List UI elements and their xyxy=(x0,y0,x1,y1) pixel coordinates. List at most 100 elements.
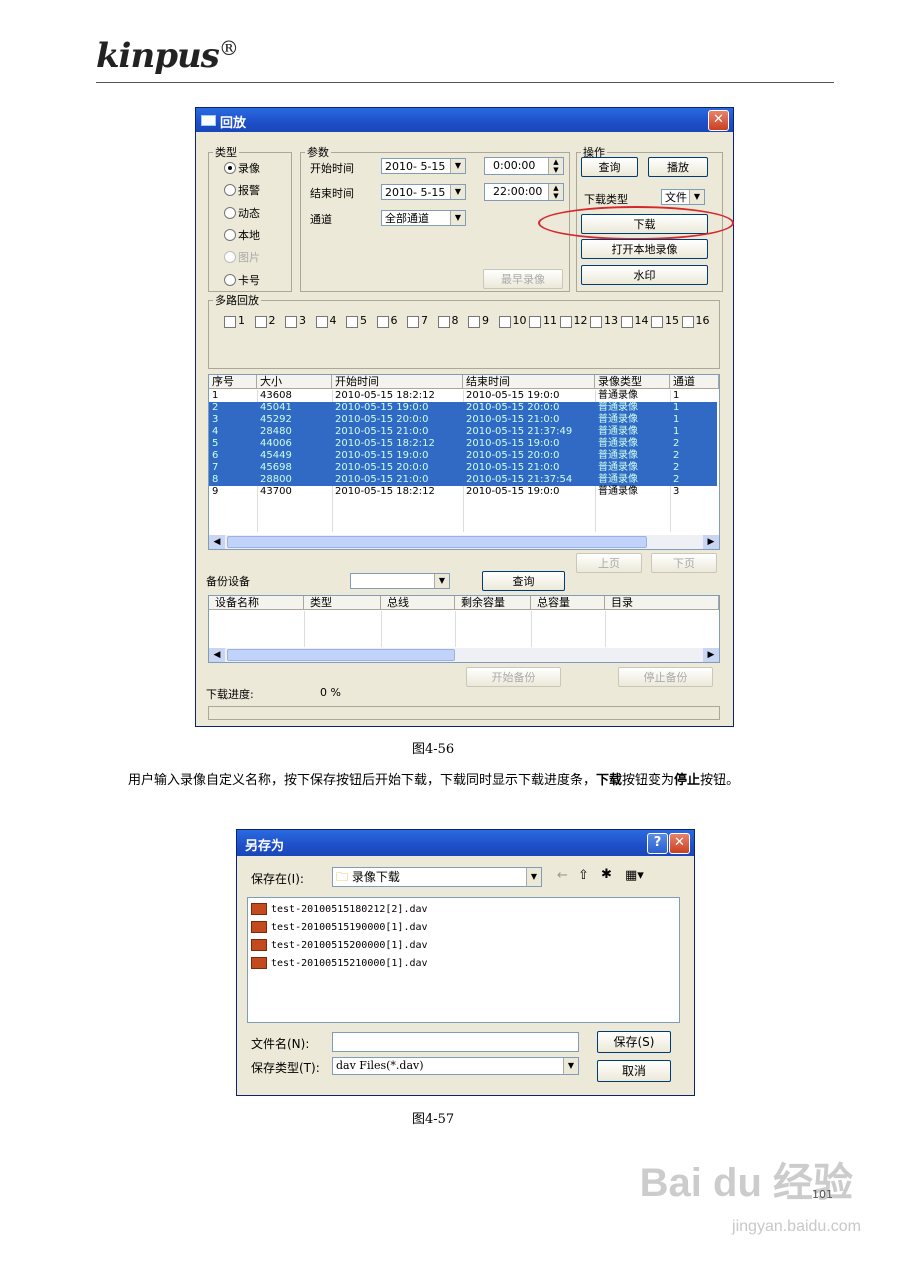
help-button[interactable]: ? xyxy=(647,833,668,854)
channel-checkbox-15[interactable] xyxy=(651,316,663,328)
start-date-picker[interactable]: 2010- 5-15 ▼ xyxy=(381,158,466,174)
channel-checkbox-9[interactable] xyxy=(468,316,480,328)
table-cell: 2010-05-15 21:0:0 xyxy=(335,426,429,437)
backup-list-scrollbar[interactable]: ◀ ▶ xyxy=(209,648,719,662)
column-header[interactable]: 设备名称 xyxy=(209,596,304,610)
table-row[interactable]: 8 28800 2010-05-15 21:0:0 2010-05-15 21:37:… xyxy=(209,474,717,486)
column-header[interactable]: 序号 xyxy=(209,375,257,389)
scroll-right-icon[interactable]: ▶ xyxy=(703,535,719,549)
table-row[interactable]: 2 45041 2010-05-15 19:0:0 2010-05-15 20:0:0… xyxy=(209,402,717,414)
new-folder-icon[interactable]: ✱ xyxy=(601,867,612,882)
earliest-record-button[interactable]: 最早录像 xyxy=(483,269,563,289)
column-header[interactable]: 结束时间 xyxy=(463,375,595,389)
channel-checkbox-14[interactable] xyxy=(620,316,633,328)
scroll-thumb[interactable] xyxy=(227,536,647,548)
next-page-button[interactable]: 下页 xyxy=(651,553,717,573)
type-legend: 类型 xyxy=(215,146,237,159)
type-radio-2[interactable] xyxy=(224,184,236,196)
table-cell: 普通录像 xyxy=(598,486,638,497)
table-row[interactable]: 6 45449 2010-05-15 19:0:0 2010-05-15 20:0:0… xyxy=(209,450,717,462)
table-cell: 1 xyxy=(673,390,680,401)
channel-checkbox-5[interactable] xyxy=(346,316,358,328)
table-cell: 2010-05-15 18:2:12 xyxy=(335,438,435,449)
download-type-label: 下载类型 xyxy=(584,193,628,206)
table-row[interactable]: 1 43608 2010-05-15 18:2:12 2010-05-15 19:0:… xyxy=(209,390,717,402)
channel-checkbox-7[interactable] xyxy=(407,316,419,328)
end-time-spinner[interactable]: 22:00:00 ▲ ▼ xyxy=(484,183,564,201)
column-header[interactable]: 类型 xyxy=(304,596,381,610)
channel-checkbox-label: 6 xyxy=(390,314,398,327)
channel-select[interactable]: 全部通道 ▼ xyxy=(381,210,466,226)
start-backup-button[interactable]: 开始备份 xyxy=(466,667,561,687)
filetype-select[interactable]: dav Files(*.dav) ▼ xyxy=(332,1057,579,1075)
dav-file-icon xyxy=(251,903,267,915)
table-row[interactable]: 7 45698 2010-05-15 20:0:0 2010-05-15 21:0:0… xyxy=(209,462,717,474)
type-radio-6[interactable] xyxy=(224,274,236,286)
view-menu-icon[interactable]: ▦▾ xyxy=(625,868,644,883)
save-in-select[interactable]: 🗀 录像下载 ▼ xyxy=(332,867,542,887)
table-cell: 2010-05-15 19:0:0 xyxy=(466,438,560,449)
type-radio-3[interactable] xyxy=(224,207,236,219)
file-item[interactable]: test-20100515190000[1].dav xyxy=(251,921,428,933)
prev-page-button[interactable]: 上页 xyxy=(576,553,642,573)
channel-checkbox-13[interactable] xyxy=(590,316,602,328)
channel-checkbox-11[interactable] xyxy=(529,316,541,328)
play-button[interactable]: 播放 xyxy=(648,157,708,177)
column-header[interactable]: 大小 xyxy=(257,375,332,389)
channel-checkbox-8[interactable] xyxy=(437,316,450,328)
column-header[interactable]: 目录 xyxy=(605,596,719,610)
file-item[interactable]: test-20100515180212[2].dav xyxy=(251,903,428,915)
channel-checkbox-16[interactable] xyxy=(681,316,694,328)
channel-checkbox-1[interactable] xyxy=(224,316,236,328)
close-button[interactable]: ✕ xyxy=(708,110,729,131)
column-header[interactable]: 总线 xyxy=(381,596,455,610)
stop-backup-button[interactable]: 停止备份 xyxy=(618,667,713,687)
close-button[interactable]: ✕ xyxy=(669,833,690,854)
table-row[interactable]: 5 44006 2010-05-15 18:2:12 2010-05-15 19:0:… xyxy=(209,438,717,450)
column-header[interactable]: 开始时间 xyxy=(332,375,463,389)
cancel-button[interactable]: 取消 xyxy=(597,1060,671,1082)
scroll-thumb[interactable] xyxy=(227,649,455,661)
watermark-button[interactable]: 水印 xyxy=(581,265,708,285)
backup-device-list[interactable]: 设备名称 类型 总线 剩余容量 总容量 目录 ◀ ▶ xyxy=(208,595,720,663)
filetype-label: 保存类型(T): xyxy=(251,1061,320,1075)
save-button[interactable]: 保存(S) xyxy=(597,1031,671,1053)
query-button[interactable]: 查询 xyxy=(581,157,638,177)
backup-query-button[interactable]: 查询 xyxy=(482,571,565,591)
channel-checkbox-6[interactable] xyxy=(376,316,389,328)
record-list[interactable]: 序号 大小 开始时间 结束时间 录像类型 通道 1 43608 2010-05-15 18:2… xyxy=(208,374,720,550)
file-list[interactable]: test-20100515180212[2].dav test-201005151… xyxy=(247,897,680,1023)
channel-checkbox-2[interactable] xyxy=(254,316,267,328)
column-header[interactable]: 录像类型 xyxy=(595,375,670,389)
scroll-left-icon[interactable]: ◀ xyxy=(209,535,225,549)
column-header[interactable]: 剩余容量 xyxy=(455,596,531,610)
up-folder-icon[interactable]: ⇧ xyxy=(578,868,589,883)
table-row[interactable]: 9 43700 2010-05-15 18:2:12 2010-05-15 19:0:… xyxy=(209,486,717,498)
download-type-select[interactable]: 文件 ▼ xyxy=(661,189,705,205)
column-header[interactable]: 通道 xyxy=(670,375,719,389)
type-radio-4[interactable] xyxy=(224,229,236,241)
table-row[interactable]: 4 28480 2010-05-15 21:0:0 2010-05-15 21:37:… xyxy=(209,426,717,438)
scroll-left-icon[interactable]: ◀ xyxy=(209,648,225,662)
backup-device-select[interactable]: ▼ xyxy=(350,573,450,589)
file-item[interactable]: test-20100515200000[1].dav xyxy=(251,939,428,951)
table-row[interactable]: 3 45292 2010-05-15 20:0:0 2010-05-15 21:0:0… xyxy=(209,414,717,426)
filename-input[interactable] xyxy=(332,1032,579,1052)
channel-checkbox-10[interactable] xyxy=(498,316,511,328)
channel-checkbox-label: 13 xyxy=(604,314,618,327)
channel-checkbox-3[interactable] xyxy=(285,316,297,328)
table-cell: 2010-05-15 19:0:0 xyxy=(335,402,429,413)
open-local-record-button[interactable]: 打开本地录像 xyxy=(581,239,708,259)
channel-checkbox-12[interactable] xyxy=(559,316,572,328)
scroll-right-icon[interactable]: ▶ xyxy=(703,648,719,662)
type-radio-1[interactable] xyxy=(224,162,236,174)
column-header[interactable]: 总容量 xyxy=(531,596,605,610)
start-time-spinner[interactable]: 0:00:00 ▲ ▼ xyxy=(484,157,564,175)
channel-checkbox-4[interactable] xyxy=(315,316,328,328)
end-date-picker[interactable]: 2010- 5-15 ▼ xyxy=(381,184,466,200)
back-icon[interactable]: ← xyxy=(557,868,568,883)
record-list-scrollbar[interactable]: ◀ ▶ xyxy=(209,535,719,549)
download-progress-value: 0 % xyxy=(320,686,341,699)
download-progress-bar xyxy=(208,706,720,720)
file-item[interactable]: test-20100515210000[1].dav xyxy=(251,957,428,969)
